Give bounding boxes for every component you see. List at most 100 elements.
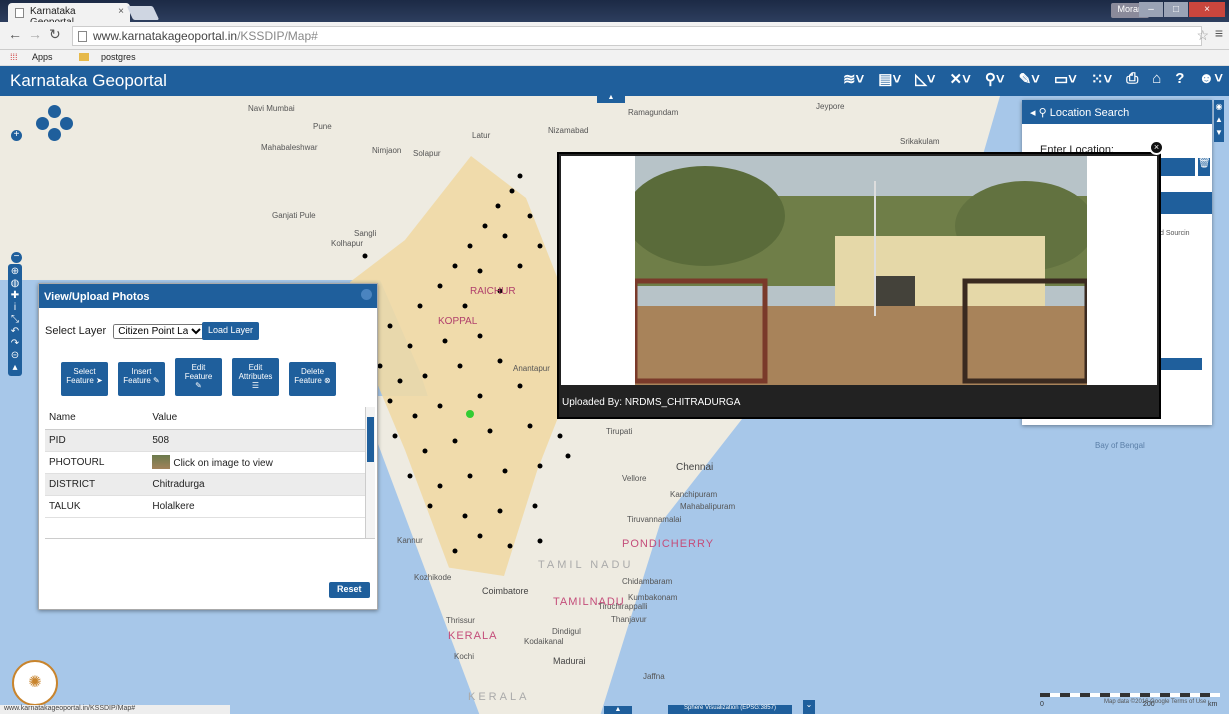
projection-label: Sphere Visualization (EPSG:3857) <box>668 705 792 714</box>
map-label: Jaffna <box>643 672 665 681</box>
reset-button[interactable]: Reset <box>329 582 370 598</box>
delete-feature-button[interactable]: Delete Feature ⊗ <box>289 362 336 396</box>
table-scrollbar[interactable] <box>365 407 375 538</box>
forward-icon[interactable]: → <box>28 26 42 42</box>
pan-control[interactable] <box>36 105 73 141</box>
map-label: Solapur <box>413 149 441 158</box>
tab-close-icon[interactable]: × <box>118 6 124 17</box>
bookmarks-bar: ⁞⁞⁞ Apps postgres <box>0 50 1229 66</box>
pencil-icon: ✎ <box>195 381 202 390</box>
map-label: Nimjaon <box>372 146 402 155</box>
map-label: Kumbakonam <box>628 593 678 602</box>
popup-close-icon[interactable]: × <box>1149 140 1164 155</box>
redo-icon[interactable]: ↷ <box>8 338 22 350</box>
table-row: DISTRICT Chitradurga <box>45 473 365 496</box>
select-feature-button[interactable]: Select Feature ➤ <box>61 362 108 396</box>
map-label: Srikakulam <box>900 137 940 146</box>
pin-icon: ◂ ⚲ <box>1030 107 1050 119</box>
panel-title: View/Upload Photos <box>39 284 377 308</box>
pan-icon[interactable]: ✚ <box>8 290 22 302</box>
tools-icon[interactable]: ✕˅ <box>950 70 971 88</box>
browser-status-url: www.karnatakageoportal.in/KSSDIP/Map# <box>0 705 230 714</box>
projection-dropdown-icon[interactable]: ⌄ <box>803 700 815 714</box>
column-header-value: Value <box>148 407 365 430</box>
map-label: RAICHUR <box>470 286 516 297</box>
measure-icon[interactable]: ◺˅ <box>915 70 935 88</box>
reload-icon[interactable]: ↻ <box>49 26 61 43</box>
collapse-icon[interactable]: ▴ <box>8 362 22 374</box>
print-icon[interactable]: ⎙ <box>1126 70 1138 88</box>
select-layer-dropdown[interactable]: Citizen Point Laye <box>113 324 206 339</box>
user-icon[interactable]: ☻˅ <box>1198 70 1223 88</box>
back-icon[interactable]: ← <box>8 26 22 42</box>
home-icon[interactable]: ⌂ <box>1152 70 1161 88</box>
bookmark-apps[interactable]: ⁞⁞⁞ Apps <box>10 52 65 62</box>
panel-close-icon[interactable] <box>361 289 372 300</box>
zoom-out-icon[interactable]: − <box>11 252 22 263</box>
column-header-name: Name <box>45 407 149 430</box>
map-label: Tiruvannamalai <box>627 515 682 524</box>
search-button[interactable] <box>1160 358 1202 370</box>
pan-down-icon[interactable] <box>48 128 61 141</box>
map-label: KOPPAL <box>438 316 478 327</box>
new-tab-button[interactable] <box>126 6 160 20</box>
map-label: Coimbatore <box>482 586 529 596</box>
app-title: Karnataka Geoportal <box>10 71 167 90</box>
map-label: Anantapur <box>513 364 550 373</box>
edit-attributes-button[interactable]: Edit Attributes ☰ <box>232 358 279 396</box>
photo-thumbnail[interactable] <box>152 455 171 469</box>
undo-icon[interactable]: ↶ <box>8 326 22 338</box>
info-icon[interactable]: i <box>8 302 22 314</box>
collapse-up-icon[interactable]: ▲ <box>597 94 625 103</box>
map-label: Pune <box>313 122 332 131</box>
expand-down-icon[interactable]: ▲ <box>604 706 632 714</box>
map-label: Bay of Bengal <box>1095 441 1145 450</box>
url-path: /KSSDIP/Map# <box>237 29 318 43</box>
region-label: TAMILNADU <box>553 596 625 608</box>
trash-icon[interactable]: 🗑 <box>1198 158 1211 176</box>
map-label: Thrissur <box>446 616 475 625</box>
scrollbar-thumb[interactable] <box>367 417 374 462</box>
map-label: Chennai <box>676 462 714 473</box>
document-icon[interactable]: ▤˅ <box>878 70 901 88</box>
insert-feature-button[interactable]: Insert Feature ✎ <box>118 362 165 396</box>
pan-left-icon[interactable] <box>36 117 49 130</box>
bookmark-postgres[interactable]: postgres <box>79 52 148 62</box>
edit-feature-button[interactable]: Edit Feature ✎ <box>175 358 222 396</box>
side-toolbar: ⊕ ◍ ✚ i ⤡ ↶ ↷ ⊝ ▴ <box>8 264 22 376</box>
minimize-icon[interactable]: – <box>1139 2 1163 17</box>
browser-tab[interactable]: Karnataka Geoportal × <box>8 3 130 28</box>
menu-icon[interactable]: ≡ <box>1215 25 1223 41</box>
load-layer-button[interactable]: Load Layer <box>202 322 260 340</box>
layers-icon[interactable]: ≋˅ <box>843 70 864 88</box>
location-input[interactable] <box>1160 158 1195 176</box>
browser-tab-strip: Karnataka Geoportal × Moran – □ × <box>0 0 1229 28</box>
pan-right-icon[interactable] <box>60 117 73 130</box>
pan-up-icon[interactable] <box>48 105 61 118</box>
zoom-box-icon[interactable]: ⊕ <box>8 266 22 278</box>
map-label: Dindigul <box>552 627 581 636</box>
table-row: PID 508 <box>45 429 365 452</box>
panel-scroll-arrows[interactable]: ◉ ▲ ▼ <box>1214 100 1224 142</box>
map-label: Madurai <box>553 656 586 666</box>
url-input[interactable]: www.karnatakageoportal.in/KSSDIP/Map# <box>72 26 1202 46</box>
extent-icon[interactable]: ⤡ <box>8 314 22 326</box>
bookmark-star-icon[interactable]: ☆ <box>1196 27 1209 44</box>
edit-icon[interactable]: ✎˅ <box>1019 70 1040 88</box>
select-layer-row: Select Layer Citizen Point Laye <box>45 324 206 339</box>
map-attribution[interactable]: Map data ©2016 Google Terms of Use <box>1104 699 1206 705</box>
view-upload-photos-panel: View/Upload Photos Select Layer Citizen … <box>38 283 378 610</box>
uploaded-by-text: Uploaded By: NRDMS_CHITRADURGA <box>562 397 741 408</box>
map-label: Nizamabad <box>548 126 589 135</box>
monitor-icon[interactable]: ▭˅ <box>1054 70 1077 88</box>
table-row: PHOTOURL Click on image to view <box>45 451 365 474</box>
reset-view-icon[interactable]: ⊝ <box>8 350 22 362</box>
help-icon[interactable]: ? <box>1175 70 1184 88</box>
app-header: Karnataka Geoportal ≋˅ ▤˅ ◺˅ ✕˅ ⚲˅ ✎˅ ▭˅… <box>0 66 1229 96</box>
search-icon[interactable]: ⚲˅ <box>985 70 1005 88</box>
maximize-icon[interactable]: □ <box>1164 2 1188 17</box>
zoom-in-icon[interactable]: + <box>11 130 22 141</box>
globe-icon[interactable]: ◍ <box>8 278 22 290</box>
window-close-icon[interactable]: × <box>1189 2 1225 17</box>
grid-icon[interactable]: ⁙˅ <box>1091 70 1112 88</box>
